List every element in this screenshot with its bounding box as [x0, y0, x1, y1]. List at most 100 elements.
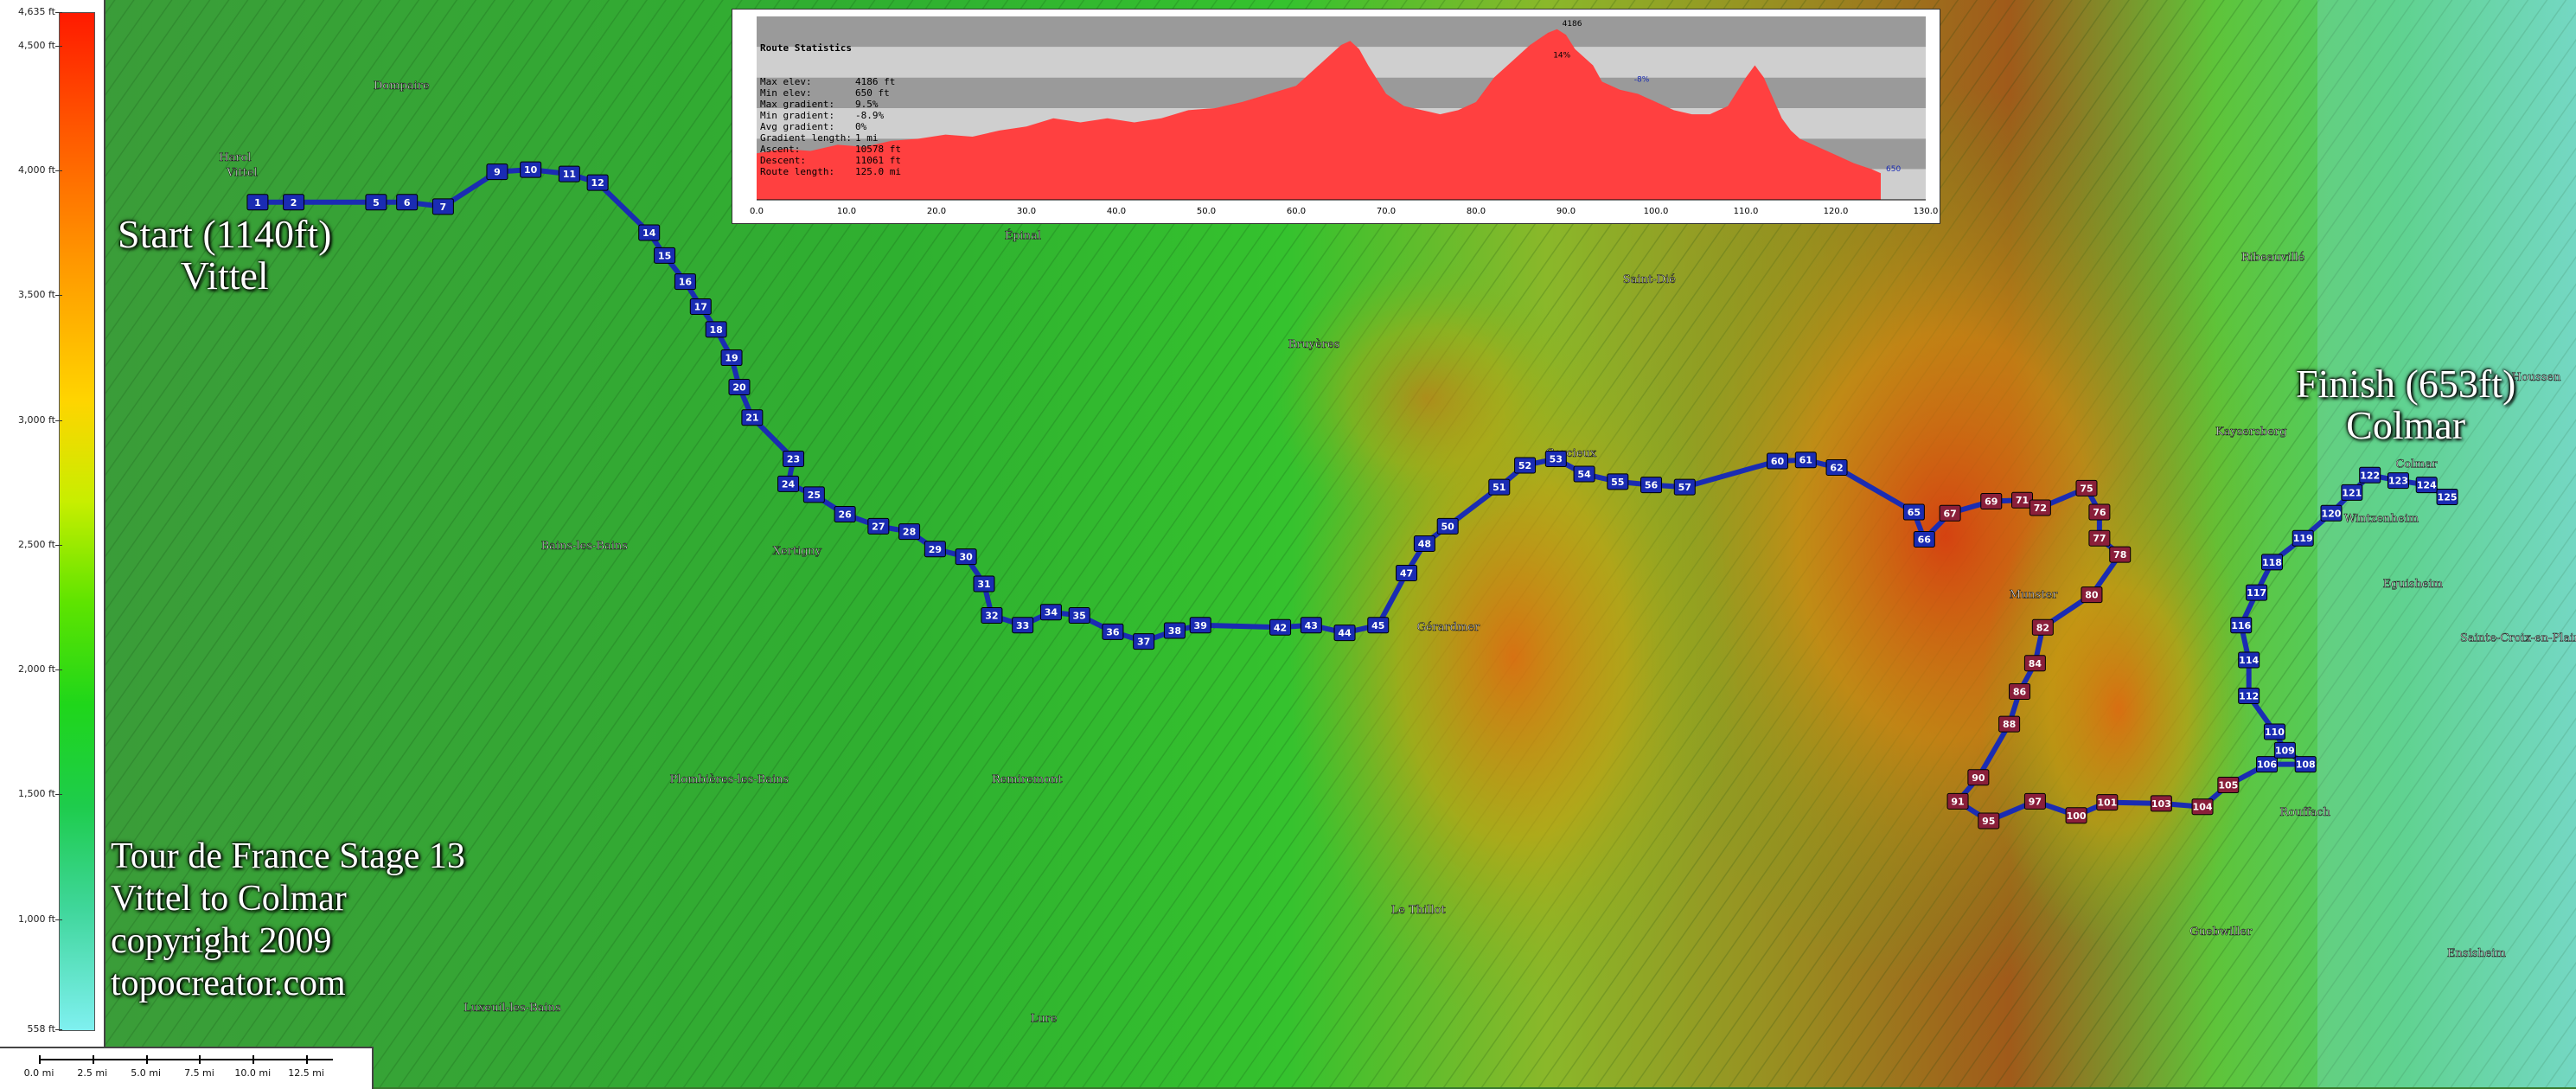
- route-marker[interactable]: 47: [1396, 564, 1418, 581]
- route-marker[interactable]: 45: [1367, 617, 1390, 634]
- route-marker[interactable]: 61: [1794, 452, 1817, 469]
- route-marker[interactable]: 121: [2341, 484, 2363, 501]
- route-marker[interactable]: 60: [1767, 452, 1789, 470]
- route-marker[interactable]: 11: [558, 165, 580, 183]
- route-marker[interactable]: 67: [1939, 504, 1961, 522]
- route-marker[interactable]: 75: [2075, 479, 2098, 496]
- route-marker-number: 32: [985, 610, 998, 621]
- route-marker[interactable]: 52: [1514, 457, 1537, 474]
- route-marker[interactable]: 106: [2256, 756, 2279, 773]
- route-marker[interactable]: 56: [1640, 477, 1663, 494]
- route-marker[interactable]: 90: [1967, 769, 1990, 786]
- route-marker[interactable]: 7: [431, 198, 454, 215]
- route-marker[interactable]: 95: [1978, 812, 2000, 830]
- route-marker[interactable]: 12: [586, 174, 609, 191]
- route-marker[interactable]: 24: [777, 475, 800, 492]
- route-marker[interactable]: 116: [2230, 617, 2253, 634]
- route-marker[interactable]: 21: [741, 409, 764, 426]
- route-marker-number: 122: [2360, 470, 2380, 481]
- route-marker[interactable]: 88: [1998, 715, 2021, 733]
- route-marker[interactable]: 84: [2023, 655, 2046, 672]
- route-marker[interactable]: 29: [924, 541, 946, 558]
- route-marker[interactable]: 118: [2260, 554, 2283, 571]
- route-marker[interactable]: 100: [2065, 807, 2087, 824]
- route-marker[interactable]: 57: [1673, 478, 1696, 496]
- route-marker[interactable]: 19: [720, 349, 743, 367]
- route-marker[interactable]: 72: [2029, 499, 2051, 516]
- route-marker[interactable]: 31: [973, 575, 995, 593]
- route-marker-number: 61: [1799, 455, 1812, 466]
- route-marker[interactable]: 120: [2320, 504, 2343, 522]
- route-marker[interactable]: 54: [1573, 465, 1595, 483]
- route-stat-value: 9.5%: [855, 99, 879, 110]
- route-marker[interactable]: 51: [1488, 478, 1511, 496]
- route-marker[interactable]: 86: [2009, 682, 2031, 700]
- route-marker[interactable]: 108: [2294, 756, 2317, 773]
- route-marker[interactable]: 101: [2096, 794, 2119, 811]
- route-marker[interactable]: 50: [1436, 517, 1459, 535]
- route-marker[interactable]: 38: [1163, 622, 1186, 639]
- route-marker[interactable]: 122: [2359, 466, 2381, 484]
- route-marker[interactable]: 104: [2191, 798, 2214, 816]
- route-marker[interactable]: 112: [2238, 687, 2260, 704]
- route-marker[interactable]: 69: [1980, 492, 2003, 509]
- route-marker[interactable]: 110: [2263, 723, 2285, 740]
- route-marker[interactable]: 2: [283, 194, 305, 211]
- route-marker[interactable]: 124: [2415, 477, 2438, 494]
- route-marker[interactable]: 78: [2109, 546, 2132, 563]
- route-marker[interactable]: 39: [1189, 617, 1211, 634]
- route-marker[interactable]: 10: [520, 161, 542, 178]
- route-marker[interactable]: 27: [867, 517, 890, 535]
- route-marker[interactable]: 6: [396, 194, 419, 211]
- route-marker[interactable]: 105: [2217, 777, 2240, 794]
- route-marker[interactable]: 26: [834, 506, 856, 523]
- route-marker[interactable]: 23: [783, 450, 805, 467]
- route-marker[interactable]: 36: [1102, 623, 1124, 640]
- route-marker[interactable]: 97: [2023, 792, 2046, 810]
- route-marker[interactable]: 109: [2273, 741, 2296, 759]
- route-marker-number: 10: [524, 164, 538, 176]
- route-marker-number: 101: [2097, 798, 2117, 809]
- route-marker[interactable]: 119: [2292, 529, 2314, 547]
- route-marker[interactable]: 20: [728, 378, 751, 395]
- route-marker[interactable]: 77: [2088, 529, 2111, 547]
- route-marker[interactable]: 5: [365, 194, 387, 211]
- route-marker[interactable]: 62: [1825, 459, 1848, 477]
- route-marker[interactable]: 37: [1133, 633, 1155, 650]
- route-marker[interactable]: 76: [2088, 503, 2111, 521]
- scale-label: 10.0 mi: [234, 1067, 272, 1079]
- route-marker[interactable]: 103: [2150, 795, 2172, 812]
- route-marker[interactable]: 1: [246, 194, 269, 211]
- route-marker[interactable]: 125: [2436, 488, 2458, 505]
- route-marker[interactable]: 15: [654, 247, 676, 264]
- route-marker[interactable]: 32: [981, 606, 1003, 624]
- route-marker[interactable]: 14: [638, 224, 661, 241]
- route-marker[interactable]: 9: [486, 163, 508, 181]
- route-marker[interactable]: 28: [898, 523, 921, 541]
- route-marker[interactable]: 48: [1413, 535, 1435, 552]
- route-marker[interactable]: 34: [1039, 604, 1062, 621]
- profile-x-tick-label: 0.0: [750, 207, 764, 216]
- route-marker[interactable]: 25: [802, 486, 825, 503]
- route-marker[interactable]: 117: [2246, 584, 2268, 601]
- route-marker[interactable]: 30: [955, 548, 977, 566]
- route-marker[interactable]: 35: [1068, 606, 1090, 624]
- route-marker[interactable]: 123: [2387, 472, 2409, 490]
- route-marker[interactable]: 53: [1544, 450, 1567, 467]
- route-marker[interactable]: 44: [1333, 625, 1356, 642]
- route-marker[interactable]: 65: [1902, 503, 1925, 521]
- route-marker[interactable]: 42: [1269, 618, 1292, 636]
- route-marker[interactable]: 43: [1300, 617, 1322, 634]
- route-marker[interactable]: 33: [1012, 617, 1034, 634]
- route-marker[interactable]: 66: [1913, 530, 1935, 548]
- route-marker[interactable]: 17: [689, 298, 712, 315]
- route-marker[interactable]: 18: [705, 321, 727, 338]
- route-marker[interactable]: 16: [674, 273, 696, 291]
- route-marker[interactable]: 91: [1946, 792, 1969, 810]
- route-marker[interactable]: 114: [2238, 651, 2260, 669]
- route-marker[interactable]: 80: [2081, 586, 2103, 604]
- route-marker[interactable]: 55: [1607, 473, 1629, 490]
- route-marker[interactable]: 82: [2031, 618, 2054, 636]
- route-marker-number: 110: [2265, 727, 2285, 738]
- route-marker-number: 120: [2322, 508, 2342, 519]
